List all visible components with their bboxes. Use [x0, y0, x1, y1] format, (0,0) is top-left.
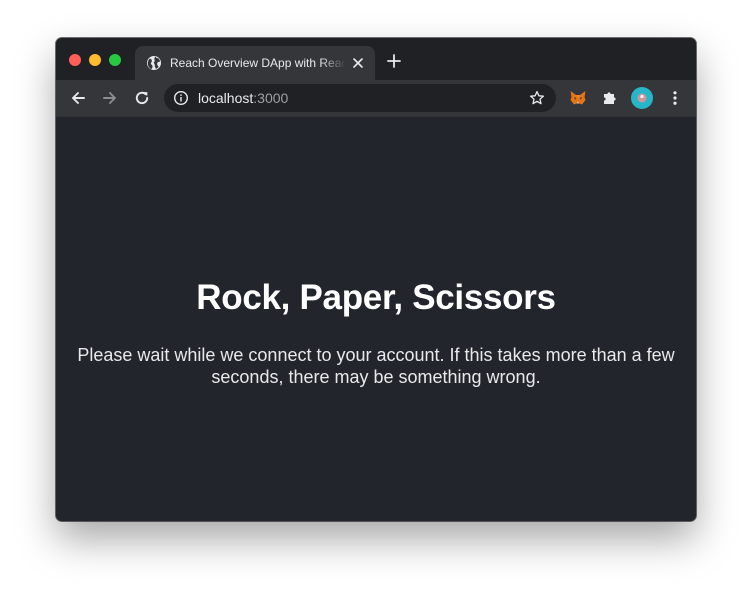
- kebab-menu-icon[interactable]: [666, 89, 684, 107]
- url-port: :3000: [253, 90, 289, 106]
- avatar[interactable]: [631, 87, 653, 109]
- browser-toolbar: localhost:3000: [56, 80, 696, 116]
- page-title: Rock, Paper, Scissors: [196, 278, 556, 317]
- window-close-button[interactable]: [69, 54, 81, 66]
- window-minimize-button[interactable]: [89, 54, 101, 66]
- window-maximize-button[interactable]: [109, 54, 121, 66]
- back-arrow-icon[interactable]: [69, 89, 87, 107]
- tab-strip: Reach Overview DApp with React: [56, 38, 696, 80]
- reload-icon[interactable]: [133, 89, 151, 107]
- info-icon[interactable]: [173, 90, 189, 106]
- metamask-fox-icon[interactable]: [569, 89, 587, 107]
- puzzle-icon[interactable]: [601, 89, 619, 107]
- page-viewport: Rock, Paper, Scissors Please wait while …: [56, 116, 696, 521]
- plus-icon[interactable]: [386, 53, 402, 69]
- status-message: Please wait while we connect to your acc…: [77, 345, 675, 387]
- browser-window: Reach Overview DApp with React localhost…: [56, 38, 696, 521]
- tab-active[interactable]: Reach Overview DApp with React: [135, 46, 375, 80]
- forward-arrow-icon[interactable]: [101, 89, 119, 107]
- profile-glyph-icon: [637, 93, 647, 103]
- address-bar[interactable]: localhost:3000: [164, 84, 556, 112]
- url-text[interactable]: localhost:3000: [198, 90, 288, 106]
- star-icon[interactable]: [529, 90, 545, 106]
- url-host: localhost: [198, 90, 254, 106]
- close-icon[interactable]: [350, 55, 366, 71]
- globe-icon: [147, 56, 161, 70]
- tab-title: Reach Overview DApp with React: [170, 56, 346, 70]
